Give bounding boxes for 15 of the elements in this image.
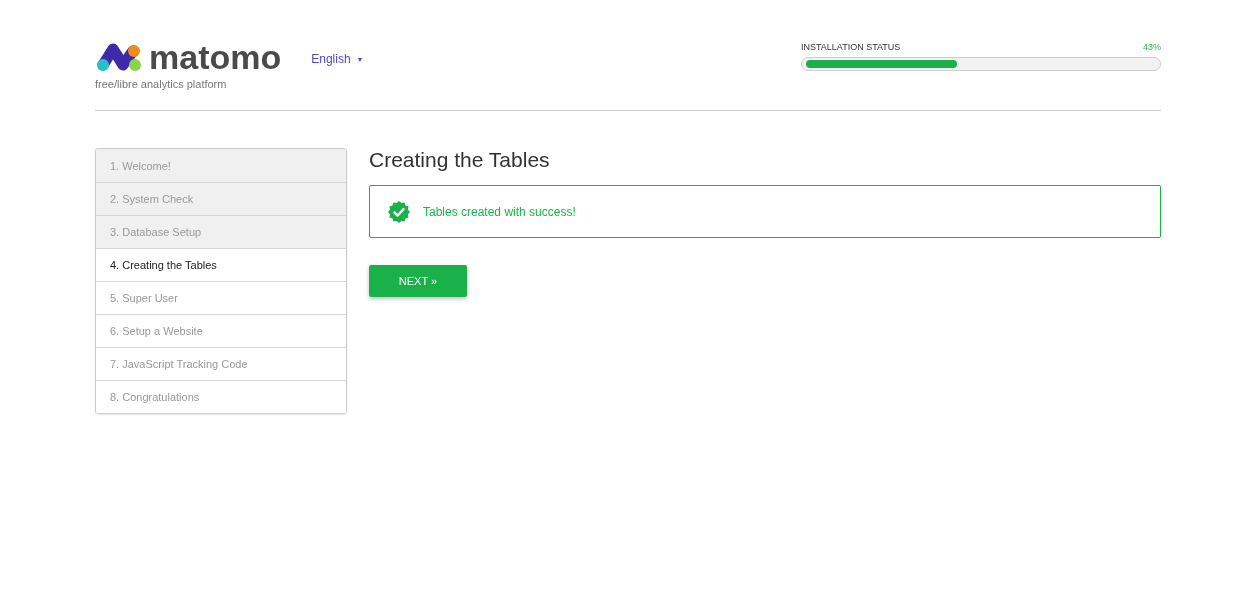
step-item: 1. Welcome!: [96, 149, 346, 182]
step-item: 8. Congratulations: [96, 380, 346, 413]
check-badge-icon: [388, 200, 410, 223]
progress-percent: 43%: [1143, 42, 1161, 52]
step-item: 7. JavaScript Tracking Code: [96, 347, 346, 380]
step-item: 2. System Check: [96, 182, 346, 215]
step-item: 6. Setup a Website: [96, 314, 346, 347]
tagline: free/libre analytics platform: [95, 78, 228, 90]
success-text: Tables created with success!: [423, 204, 576, 219]
page-title: Creating the Tables: [369, 148, 551, 172]
step-item: 4. Creating the Tables: [96, 248, 346, 281]
installation-status-label: INSTALLATION STATUS: [801, 42, 901, 52]
logo-wordmark: matomo: [149, 40, 282, 74]
step-item: 3. Database Setup: [96, 215, 346, 248]
step-item: 5. Super User: [96, 281, 346, 314]
